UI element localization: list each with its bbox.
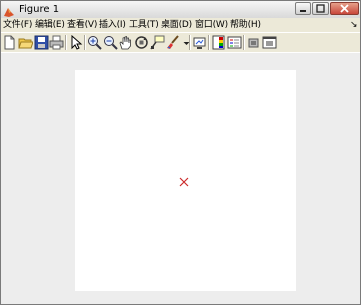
menu-window[interactable]: 窗口(W)	[195, 19, 228, 31]
edit-plot-arrow-icon[interactable]	[68, 35, 83, 50]
toolbar-separator	[84, 35, 86, 50]
hide-plot-tools-icon[interactable]	[246, 35, 261, 50]
new-figure-icon[interactable]	[2, 35, 17, 50]
menu-help[interactable]: 帮助(H)	[230, 19, 261, 31]
show-plot-tools-icon[interactable]	[262, 35, 277, 50]
toolbar-separator	[189, 35, 191, 50]
plot-axes[interactable]	[75, 70, 296, 291]
open-file-icon[interactable]	[18, 35, 33, 50]
menu-file[interactable]: 文件(F)	[3, 19, 32, 31]
figure-canvas	[1, 53, 360, 304]
window-title: Figure 1	[19, 4, 60, 15]
toolbar-separator	[243, 35, 245, 50]
figure-window: Figure 1 文件(F) 编辑(E) 查看(V) 插入(I) 工具(T) 桌…	[0, 0, 361, 305]
menu-edit[interactable]: 编辑(E)	[35, 19, 65, 31]
menu-bar: 文件(F) 编辑(E) 查看(V) 插入(I) 工具(T) 桌面(D) 窗口(W…	[1, 18, 360, 32]
pan-hand-icon[interactable]	[118, 35, 133, 50]
maximize-button[interactable]	[312, 2, 329, 15]
link-plot-icon[interactable]	[192, 35, 207, 50]
menu-tools[interactable]: 工具(T)	[129, 19, 159, 31]
minimize-button[interactable]	[295, 2, 311, 15]
rotate-3d-icon[interactable]	[134, 35, 149, 50]
insert-legend-icon[interactable]	[227, 35, 242, 50]
menu-insert[interactable]: 插入(I)	[99, 19, 126, 31]
save-icon[interactable]	[34, 35, 49, 50]
insert-colorbar-icon[interactable]	[211, 35, 226, 50]
menu-desktop[interactable]: 桌面(D)	[161, 19, 192, 31]
zoom-in-icon[interactable]	[87, 35, 102, 50]
matlab-icon	[3, 3, 15, 17]
x-marker	[179, 177, 189, 187]
print-icon[interactable]	[49, 35, 64, 50]
dock-arrow-icon[interactable]: ↘	[350, 19, 358, 31]
toolbar-separator	[208, 35, 210, 50]
zoom-out-icon[interactable]	[103, 35, 118, 50]
close-button[interactable]	[330, 2, 359, 15]
toolbar-separator	[65, 35, 67, 50]
title-bar[interactable]: Figure 1	[1, 1, 360, 19]
brush-dropdown-icon[interactable]	[179, 35, 190, 50]
figure-toolbar	[1, 32, 360, 53]
data-cursor-icon[interactable]	[150, 35, 165, 50]
menu-view[interactable]: 查看(V)	[67, 19, 97, 31]
